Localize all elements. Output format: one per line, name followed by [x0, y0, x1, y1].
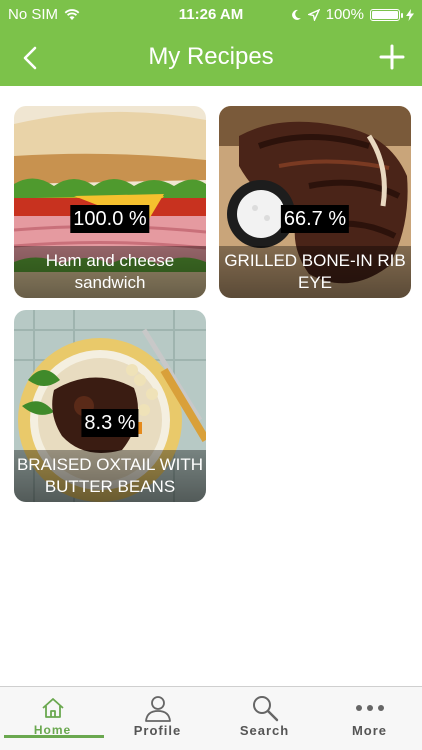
active-tab-indicator: [4, 735, 104, 738]
recipe-card[interactable]: 100.0 % Ham and cheese sandwich: [14, 106, 206, 298]
moon-icon: [291, 9, 301, 20]
completion-percent: 100.0 %: [70, 205, 150, 233]
tab-home[interactable]: Home: [0, 687, 105, 750]
completion-percent: 66.7 %: [280, 205, 350, 233]
tab-more[interactable]: More: [317, 687, 422, 750]
page-title: My Recipes: [148, 43, 274, 70]
battery-percent: 100%: [325, 6, 364, 23]
add-recipe-button[interactable]: [374, 39, 410, 75]
tab-label: Profile: [133, 723, 182, 738]
tab-label: Search: [239, 723, 290, 738]
recipe-name: BRAISED OXTAIL WITH BUTTER BEANS: [16, 455, 204, 496]
recipe-name-overlay: GRILLED BONE-IN RIB EYE: [219, 246, 411, 298]
status-bar: No SIM 11:26 AM 100%: [0, 0, 422, 30]
plus-icon: [379, 44, 405, 70]
home-icon: [41, 698, 64, 718]
tab-bar: Home Profile Search More: [0, 686, 422, 750]
recipe-name-overlay: Ham and cheese sandwich: [14, 246, 206, 298]
tab-profile[interactable]: Profile: [105, 687, 210, 750]
nav-bar: My Recipes: [0, 30, 422, 86]
location-arrow-icon: [307, 8, 320, 21]
charging-bolt-icon: [406, 8, 414, 21]
recipe-card[interactable]: 8.3 % BRAISED OXTAIL WITH BUTTER BEANS: [14, 310, 206, 502]
user-icon: [144, 696, 171, 722]
tab-search[interactable]: Search: [212, 687, 317, 750]
recipe-name: GRILLED BONE-IN RIB EYE: [224, 251, 406, 292]
battery-icon: [370, 8, 403, 21]
tab-label: More: [351, 723, 388, 738]
recipe-name-overlay: BRAISED OXTAIL WITH BUTTER BEANS: [14, 450, 206, 502]
completion-percent: 8.3 %: [81, 409, 139, 437]
recipe-card[interactable]: 66.7 % GRILLED BONE-IN RIB EYE: [219, 106, 411, 298]
status-right: 100%: [290, 6, 414, 23]
recipe-name: Ham and cheese sandwich: [45, 251, 175, 292]
more-icon: [355, 705, 384, 711]
search-icon: [252, 696, 278, 722]
